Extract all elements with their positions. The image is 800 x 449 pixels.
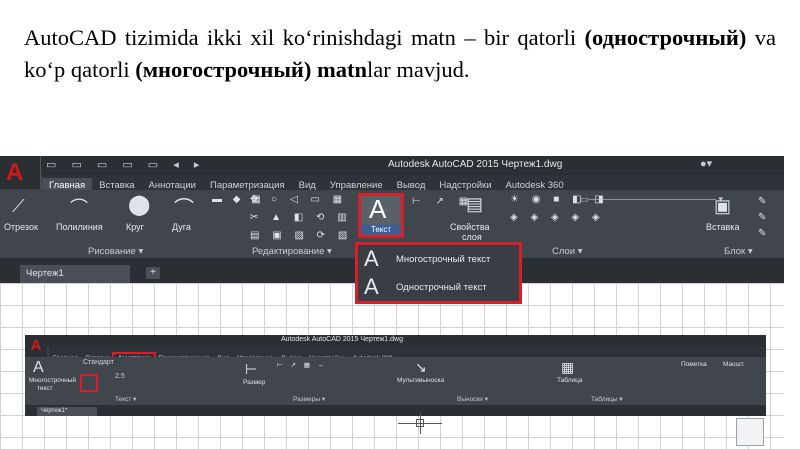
title-bar-2: Autodesk AutoCAD 2015 Чертеж1.dwg [25, 335, 766, 347]
panel-label-modify[interactable]: Редактирование ▾ [252, 246, 332, 257]
arc-icon: ⌒ [174, 198, 194, 220]
layer-properties-label-2: слоя [462, 232, 482, 242]
dimension-button[interactable]: Размер [243, 379, 265, 386]
paragraph-text-3: lar mavjud. [366, 57, 470, 82]
panel-label-layers[interactable]: Слои ▾ [552, 246, 583, 257]
panel-label-dimensions[interactable]: Размеры ▾ [293, 395, 325, 403]
autocad-annotate-screenshot: Autodesk AutoCAD 2015 Чертеж1.dwg A Глав… [25, 335, 766, 416]
title-bar: ▭ ▭ ▭ ▭ ▭ ◂ ▸ Autodesk AutoCAD 2015 Черт… [0, 156, 784, 175]
table-button[interactable]: Таблица [557, 377, 583, 384]
menu-item-multiline-text[interactable]: A Многострочный текст [358, 246, 519, 274]
ribbon-tabs-2: ГлавнаяВставкаАннотацииПараметризацияВид… [49, 347, 766, 366]
panel-label-tables[interactable]: Таблицы ▾ [591, 395, 623, 403]
autocad-logo-icon: A [6, 159, 24, 186]
dimension-icon: ⊢ [245, 361, 258, 377]
table-icon: ▦ [561, 359, 575, 375]
modify-tools-icon: ✥ ○ ◁ ▭ ▦ [250, 194, 348, 205]
crosshair-pickbox [416, 419, 424, 427]
circle-icon: ⬤ [128, 194, 151, 216]
markup-button[interactable]: Пометка [681, 361, 707, 368]
viewcube-icon[interactable] [736, 418, 764, 446]
ribbon-tabs: Главная Вставка Аннотации Параметризация Вид… [42, 175, 784, 193]
multiline-text-icon: A [364, 246, 379, 271]
dimension-tools-icon: ⊢ ↗ ▦ ⇔ [277, 362, 328, 369]
menu-item-label: Многострочный текст [396, 254, 491, 265]
insert-button[interactable]: Вставка [706, 222, 739, 232]
bold-single-line: (однострочный) [584, 25, 747, 50]
mtext-highlight-box [80, 374, 98, 392]
mtext-label-2: текст [37, 385, 53, 392]
menu-item-label: Однострочный текст [396, 282, 487, 293]
scale-button[interactable]: Масшт. [723, 361, 745, 368]
line-icon: ⟋ [12, 196, 25, 216]
dimension-tools-icon: ⊢ ↗ ▦ [412, 196, 475, 207]
layer-properties-icon: ▤ [466, 194, 484, 214]
text-button-label: Текст [361, 225, 401, 234]
panel-label-draw[interactable]: Рисование ▾ [88, 246, 143, 257]
mleader-icon: ↘ [415, 359, 427, 375]
insert-block-icon: ▣ [714, 196, 732, 216]
window-title-2: Autodesk AutoCAD 2015 Чертеж1.dwg [281, 336, 403, 343]
text-a-icon: A [369, 194, 387, 224]
polyline-icon: ⌒ [70, 198, 88, 218]
bold-multi-line: (многострочный) matn [135, 57, 367, 82]
window-controls[interactable]: ●▾ [700, 157, 712, 170]
layer-properties-button[interactable]: Свойства [450, 222, 490, 232]
panel-label-text[interactable]: Текст ▾ [115, 395, 136, 403]
file-tab-drawing1[interactable]: Чертеж1 [20, 265, 130, 283]
layer-dropdown[interactable]: ▭──────────────────── ▾ [580, 194, 723, 205]
layer-tools-row2-icon: ◈ ◈ ◈ ◈ ◈ [510, 212, 605, 223]
modify-tools-row3-icon: ▤ ▣ ▧ ⟳ ▨ [250, 230, 353, 241]
text-dropdown-menu: A Многострочный текст A Однострочный тек… [355, 242, 522, 304]
application-menu-button-2[interactable]: A [25, 335, 47, 357]
menu-item-single-line-text[interactable]: A Однострочный текст [358, 274, 519, 302]
new-tab-button[interactable]: + [146, 267, 160, 279]
application-menu-button[interactable]: A [0, 156, 41, 189]
window-title: Autodesk AutoCAD 2015 Чертеж1.dwg [388, 159, 563, 170]
text-style-dropdown[interactable]: Стандарт [83, 359, 114, 366]
paragraph-text-1: AutoCAD tizimida ikki xil ko‘rinishdagi … [24, 25, 585, 50]
polyline-button[interactable]: Полилиния [56, 222, 103, 232]
mleader-button[interactable]: Мультивыноска [397, 377, 444, 384]
quick-access-toolbar[interactable]: ▭ ▭ ▭ ▭ ▭ ◂ ▸ [46, 158, 205, 171]
panel-label-leaders[interactable]: Выноски ▾ [457, 395, 488, 403]
file-tab-drawing1-modified[interactable]: Чертеж1* [37, 407, 97, 416]
text-button[interactable]: A Текст [358, 193, 404, 238]
arc-button[interactable]: Дуга [172, 222, 191, 232]
mtext-button[interactable]: Многострочный [29, 377, 76, 384]
panel-label-block[interactable]: Блок ▾ [724, 246, 753, 257]
line-button[interactable]: Отрезок [4, 222, 38, 232]
modify-tools-row2-icon: ✂ ▲ ◧ ⟲ ▥ [250, 212, 352, 223]
circle-button[interactable]: Круг [126, 222, 144, 232]
mtext-icon: A [33, 359, 44, 376]
block-tools-icon: ✎ ✎ ✎ [758, 196, 767, 239]
text-height-field[interactable]: 2.5 [115, 373, 125, 380]
single-line-text-icon: A [364, 274, 379, 299]
file-tabs-bar-2: Чертеж1* [25, 405, 766, 416]
body-paragraph: AutoCAD tizimida ikki xil ko‘rinishdagi … [24, 22, 776, 86]
